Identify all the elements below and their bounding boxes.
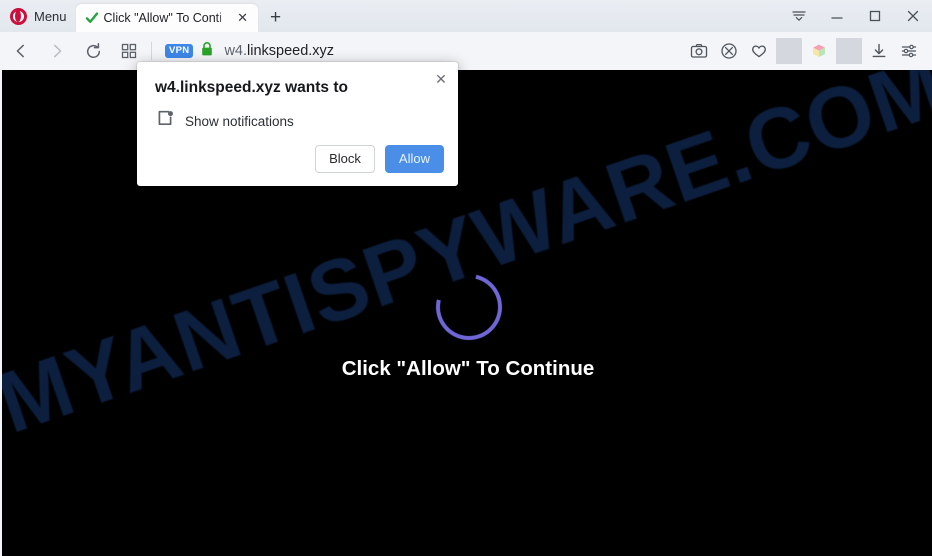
easy-setup-icon[interactable] xyxy=(896,38,922,64)
tab-strip: Menu Click "Allow" To Conti ✕ + xyxy=(0,0,932,32)
page-headline: Click "Allow" To Continue xyxy=(341,357,595,380)
downloads-icon[interactable] xyxy=(866,38,892,64)
url-text[interactable]: w4.linkspeed.xyz xyxy=(224,43,334,59)
tab-close-icon[interactable]: ✕ xyxy=(234,9,252,27)
opera-menu-button[interactable]: Menu xyxy=(0,0,76,32)
ad-blocker-icon[interactable] xyxy=(716,38,742,64)
notification-permission-dialog: ✕ w4.linkspeed.xyz wants to Show notific… xyxy=(137,62,458,186)
vpn-badge[interactable]: VPN xyxy=(165,44,194,58)
new-tab-button[interactable]: + xyxy=(262,4,290,32)
minimize-icon[interactable] xyxy=(818,0,856,32)
allow-button[interactable]: Allow xyxy=(384,145,444,173)
forward-arrow-icon[interactable] xyxy=(42,36,72,66)
dialog-actions: Block Allow xyxy=(315,145,444,173)
toolbar-divider-2 xyxy=(776,38,802,64)
window-controls xyxy=(780,0,932,32)
close-icon[interactable] xyxy=(894,0,932,32)
toolbar-divider-3 xyxy=(836,38,862,64)
opera-logo-icon xyxy=(10,7,27,25)
permission-label: Show notifications xyxy=(185,113,294,129)
permission-row: Show notifications xyxy=(156,109,294,133)
tab-title: Click "Allow" To Conti xyxy=(103,11,222,25)
extension-cube-icon[interactable] xyxy=(806,38,832,64)
toolbar-right-icons xyxy=(684,36,924,66)
maximize-icon[interactable] xyxy=(856,0,894,32)
reload-icon[interactable] xyxy=(78,36,108,66)
green-check-icon xyxy=(85,11,99,25)
url-domain: linkspeed.xyz xyxy=(247,43,335,59)
menu-label: Menu xyxy=(34,8,67,24)
browser-tab[interactable]: Click "Allow" To Conti ✕ xyxy=(75,4,258,32)
snapshot-icon[interactable] xyxy=(686,38,712,64)
browser-window: Menu Click "Allow" To Conti ✕ + VPN w4.l… xyxy=(0,0,932,556)
toolbar-divider xyxy=(151,42,152,60)
heart-icon[interactable] xyxy=(746,38,772,64)
tab-list-icon[interactable] xyxy=(780,0,818,32)
dialog-title: w4.linkspeed.xyz wants to xyxy=(155,79,348,96)
dialog-close-icon[interactable]: ✕ xyxy=(430,68,452,90)
green-padlock-icon[interactable] xyxy=(200,41,214,62)
block-button[interactable]: Block xyxy=(315,145,375,173)
back-arrow-icon[interactable] xyxy=(6,36,36,66)
url-subdomain: w4. xyxy=(224,43,248,59)
show-notifications-icon xyxy=(156,109,175,133)
